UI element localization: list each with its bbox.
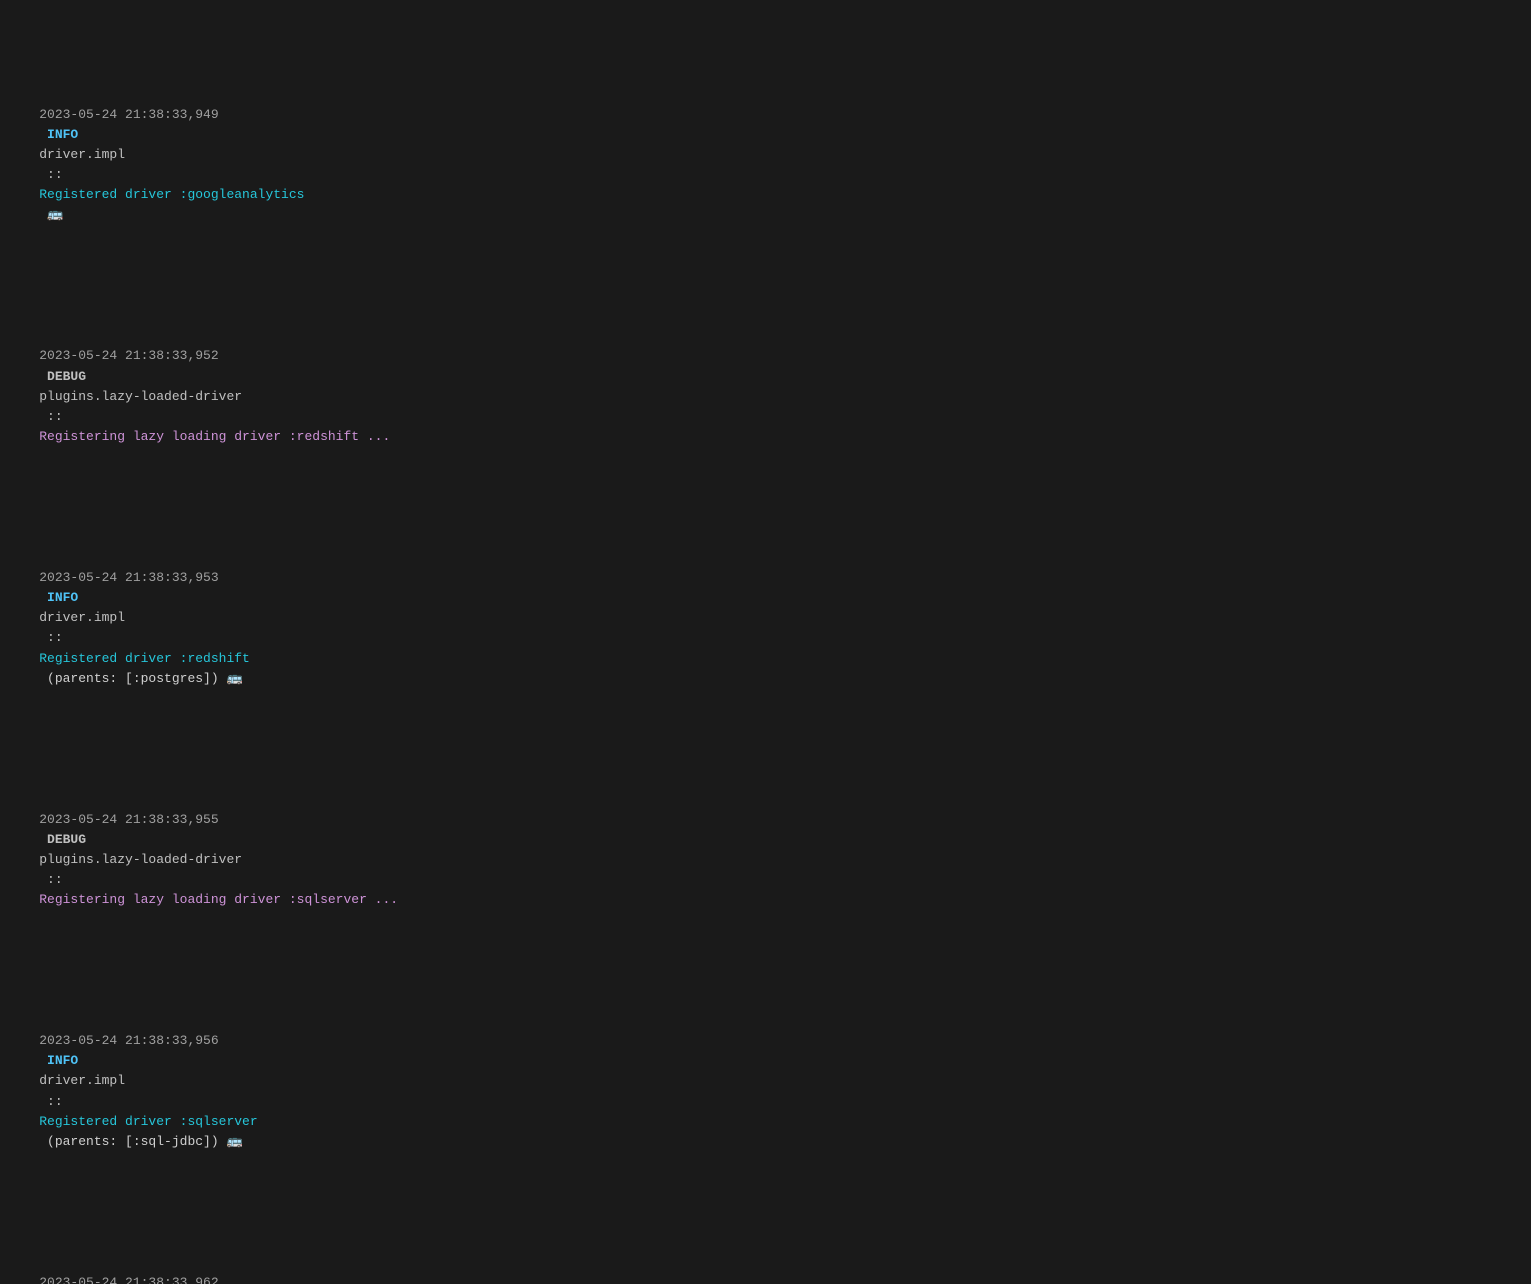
log-line: 2023-05-24 21:38:33,956 INFO driver.impl… [8, 1011, 1523, 1172]
log-container: 2023-05-24 21:38:33,949 INFO driver.impl… [8, 4, 1523, 1284]
log-line: 2023-05-24 21:38:33,953 INFO driver.impl… [8, 548, 1523, 709]
log-line: 2023-05-24 21:38:33,955 DEBUG plugins.la… [8, 789, 1523, 930]
log-line: 2023-05-24 21:38:33,952 DEBUG plugins.la… [8, 326, 1523, 467]
log-line: 2023-05-24 21:38:33,962 DEBUG plugins.la… [8, 1253, 1523, 1284]
log-line: 2023-05-24 21:38:33,949 INFO driver.impl… [8, 85, 1523, 246]
